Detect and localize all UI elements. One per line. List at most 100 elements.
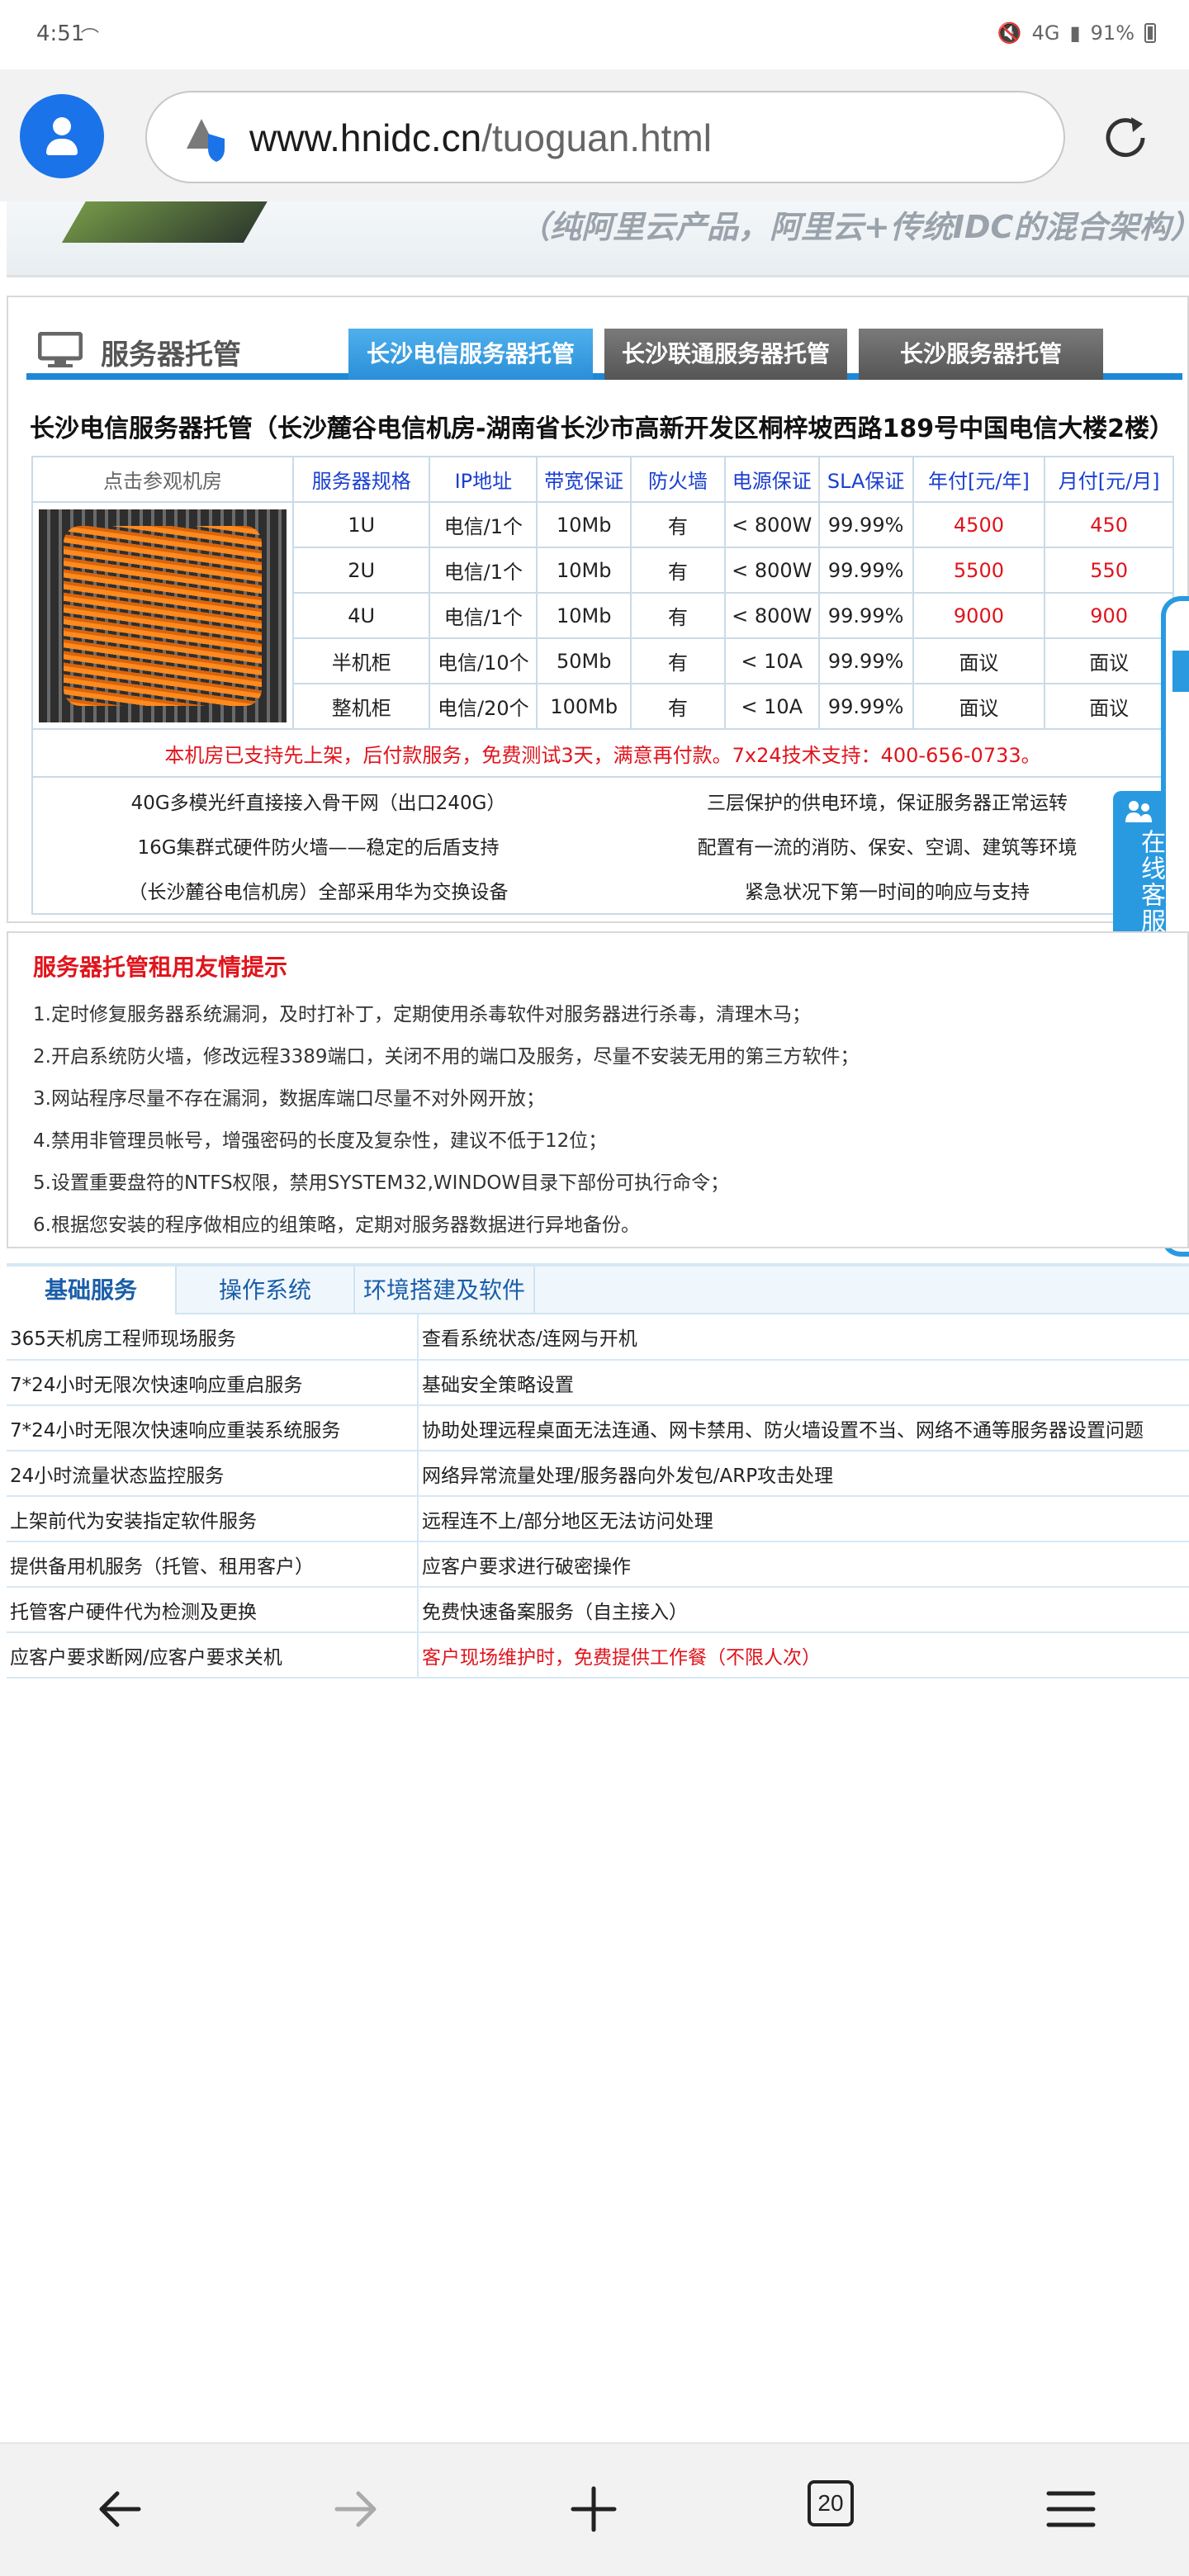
tip-item: 3.网站程序尽量不存在漏洞，数据库端口尽量不对外网开放； [33,1088,545,1110]
datacenter-photo[interactable] [38,509,287,722]
table-row: 1U 电信/1个 10Mb 有 < 800W 99.99% 4500 450 [31,501,1174,730]
cell-firewall: 有 [630,637,726,684]
col-firewall: 防火墙 [630,456,726,503]
col-annual: 年付[元/年] [912,456,1046,503]
cell-annual: 9000 [912,592,1046,639]
forward-arrow-icon[interactable] [327,2480,385,2538]
cell-sla: 99.99% [817,592,914,639]
browser-toolbar: www.hnidc.cn/tuoguan.html [0,69,1189,201]
cell-power: < 800W [723,547,820,594]
cell-monthly: 面议 [1044,637,1174,684]
cell-monthly: 450 [1044,501,1174,548]
col-ip: IP地址 [429,456,538,503]
browser-bottom-nav: 20 [0,2442,1189,2576]
feature-item: 配置有一流的消防、保安、空调、建筑等环境 [697,837,1078,859]
cell-power: < 800W [723,592,820,639]
photo-label[interactable]: 点击参观机房 [31,456,294,503]
service-item: 托管客户硬件代为检测及更换 [7,1587,419,1633]
cell-power: < 10A [723,637,820,684]
table-row: 应客户要求断网/应客户要求关机 客户现场维护时，免费提供工作餐（不限人次） [7,1632,1189,1679]
new-tab-plus-icon[interactable] [565,2480,623,2538]
hosting-section: 服务器托管 长沙电信服务器托管 长沙联通服务器托管 长沙服务器托管 长沙电信服务… [7,296,1189,923]
notice-row: 本机房已支持先上架，后付款服务，免费测试3天，满意再付款。7x24技术支持：40… [31,728,1174,778]
service-item: 基础安全策略设置 [418,1360,1189,1406]
back-arrow-icon[interactable] [91,2480,149,2538]
services-table: 365天机房工程师现场服务 查看系统状态/连网与开机 7*24小时无限次快速响应… [7,1314,1189,1679]
service-item-highlight: 客户现场维护时，免费提供工作餐（不限人次） [418,1632,1189,1679]
tab-changsha-server[interactable]: 长沙服务器托管 [859,329,1103,380]
section-title: 服务器托管 [101,339,241,372]
tip-item: 2.开启系统防火墙，修改远程3389端口，关闭不用的端口及服务，尽量不安装无用的… [33,1046,860,1068]
table-header-row: 点击参观机房 服务器规格 IP地址 带宽保证 防火墙 电源保证 SLA保证 年付… [31,456,1174,503]
table-row: 365天机房工程师现场服务 查看系统状态/连网与开机 [7,1314,1189,1361]
address-bar[interactable]: www.hnidc.cn/tuoguan.html [145,91,1065,183]
cell-annual: 4500 [912,501,1046,548]
tab-changsha-unicom[interactable]: 长沙联通服务器托管 [604,329,847,380]
tips-title: 服务器托管租用友情提示 [33,954,288,981]
cell-sla: 99.99% [817,501,914,548]
cell-bandwidth: 50Mb [536,637,632,684]
cell-monthly: 900 [1044,592,1174,639]
cell-spec: 整机柜 [291,683,431,730]
services-tabs: 基础服务 操作系统 环境搭建及软件 [7,1267,1189,1314]
cell-sla: 99.99% [817,637,914,684]
service-item: 免费快速备案服务（自主接入） [418,1587,1189,1633]
banner-graphic [61,201,282,243]
reload-icon[interactable] [1098,111,1153,165]
menu-hamburger-icon[interactable] [1042,2480,1100,2538]
avatar-body [46,139,78,155]
cell-power: < 10A [723,683,820,730]
feature-row: （长沙麓谷电信机房）全部采用华为交换设备 紧急状况下第一时间的响应与支持 [35,869,1171,912]
mute-icon: 🔇 [997,21,1022,45]
tip-item: 6.根据您安装的程序做相应的组策略，定期对服务器数据进行异地备份。 [33,1215,640,1236]
service-item: 7*24小时无限次快速响应重启服务 [7,1360,419,1406]
side-panel-block [1172,651,1189,692]
cell-spec: 半机柜 [291,637,431,684]
profile-avatar[interactable] [20,94,104,178]
cell-firewall: 有 [630,683,726,730]
support-notice: 本机房已支持先上架，后付款服务，免费测试3天，满意再付款。7x24技术支持：40… [31,728,1174,778]
promo-banner[interactable]: （纯阿里云产品，阿里云+传统IDC的混合架构） [7,201,1189,277]
cell-spec: 2U [291,547,431,594]
site-warning-shield-icon[interactable] [183,116,231,163]
tab-count-icon: 20 [808,2480,854,2526]
feature-list: 40G多模光纤直接接入骨干网（出口240G） 三层保护的供电环境，保证服务器正常… [31,778,1174,915]
tips-list: 1.定时修复服务器系统漏洞，及时打补丁，定期使用杀毒软件对服务器进行杀毒，清理木… [33,994,859,1247]
hotspot-icon: ⌒ [81,28,100,49]
cell-sla: 99.99% [817,683,914,730]
tab-changsha-telecom[interactable]: 长沙电信服务器托管 [348,329,593,380]
tab-environment-software[interactable]: 环境搭建及软件 [355,1267,535,1314]
tip-item: 5.设置重要盘符的NTFS权限，禁用SYSTEM32,WINDOW目录下部份可执… [33,1172,730,1194]
service-item: 网络异常流量处理/服务器向外发包/ARP攻击处理 [418,1451,1189,1497]
tab-switcher-button[interactable]: 20 [808,2480,865,2538]
tab-basic-services[interactable]: 基础服务 [7,1267,177,1314]
cell-sla: 99.99% [817,547,914,594]
service-item: 远程连不上/部分地区无法访问处理 [418,1496,1189,1542]
col-monthly: 月付[元/月] [1044,456,1174,503]
cell-firewall: 有 [630,501,726,548]
banner-text: （纯阿里云产品，阿里云+传统IDC的混合架构） [519,209,1189,245]
cell-annual: 5500 [912,547,1046,594]
table-row: 上架前代为安装指定软件服务 远程连不上/部分地区无法访问处理 [7,1496,1189,1542]
datacenter-photo-cell[interactable] [31,501,294,730]
cell-power: < 800W [723,501,820,548]
url-path: /tuoguan.html [481,116,712,159]
customer-service-icon [1125,801,1152,822]
tab-operating-system[interactable]: 操作系统 [177,1267,355,1314]
feature-item: 40G多模光纤直接接入骨干网（出口240G） [130,793,506,814]
service-item: 应客户要求进行破密操作 [418,1541,1189,1588]
service-item: 查看系统状态/连网与开机 [418,1314,1189,1361]
status-indicators: 🔇 4G ▮ 91% [997,21,1156,45]
service-item: 提供备用机服务（托管、租用客户） [7,1541,419,1588]
cell-ip: 电信/1个 [429,592,538,639]
cell-spec: 1U [291,501,431,548]
cell-annual: 面议 [912,637,1046,684]
cell-firewall: 有 [630,592,726,639]
table-row: 7*24小时无限次快速响应重装系统服务 协助处理远程桌面无法连通、网卡禁用、防火… [7,1405,1189,1451]
col-bandwidth: 带宽保证 [536,456,632,503]
battery-percent: 91% [1090,21,1135,45]
cell-bandwidth: 10Mb [536,592,632,639]
tip-item: 1.定时修复服务器系统漏洞，及时打补丁，定期使用杀毒软件对服务器进行杀毒，清理木… [33,1004,811,1025]
status-time: 4:51 [36,21,85,46]
cell-ip: 电信/10个 [429,637,538,684]
